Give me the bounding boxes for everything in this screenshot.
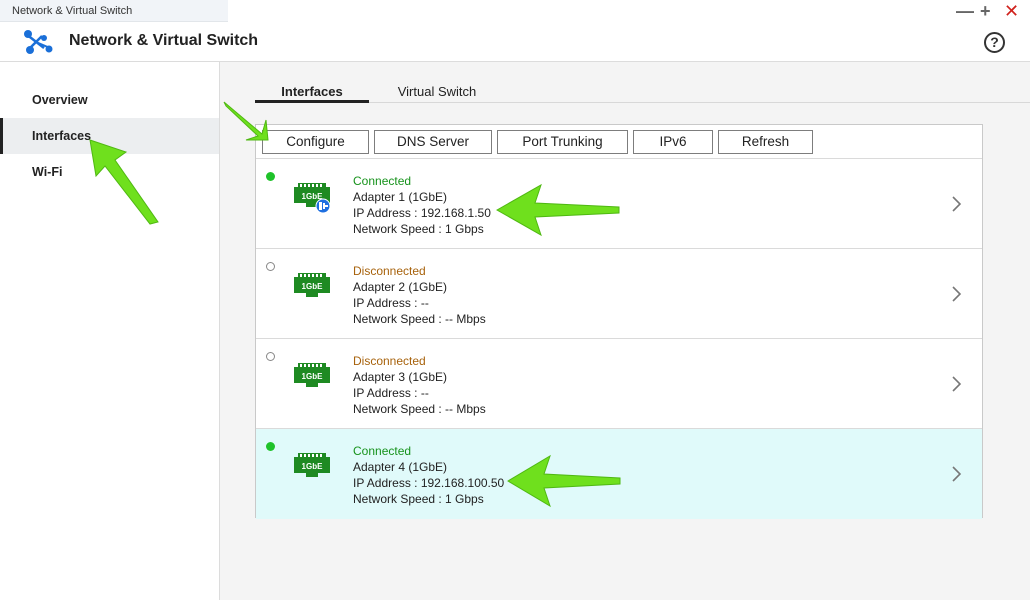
adapter-ip: IP Address : 192.168.100.50 bbox=[353, 476, 505, 490]
refresh-button[interactable]: Refresh bbox=[718, 130, 813, 154]
sidebar-item-wifi[interactable]: Wi-Fi bbox=[0, 154, 219, 190]
status-dot-disconnected bbox=[266, 262, 275, 271]
configure-button[interactable]: Configure bbox=[262, 130, 369, 154]
adapter-row-1[interactable]: 1GbE Connected Adapter 1 (1GbE) IP Addre… bbox=[256, 159, 982, 249]
port-trunking-button[interactable]: Port Trunking bbox=[497, 130, 628, 154]
ethernet-port-icon: 1GbE bbox=[294, 273, 330, 297]
port-badge: 1GbE bbox=[302, 282, 324, 291]
app-header: Network & Virtual Switch ? bbox=[0, 22, 1030, 62]
tab-interfaces[interactable]: Interfaces bbox=[255, 83, 369, 103]
interfaces-panel: Configure DNS Server Port Trunking IPv6 … bbox=[255, 124, 983, 519]
adapter-speed: Network Speed : -- Mbps bbox=[353, 402, 486, 416]
status-dot-disconnected bbox=[266, 352, 275, 361]
adapter-status: Connected bbox=[353, 444, 412, 458]
sidebar-item-overview[interactable]: Overview bbox=[0, 82, 219, 118]
dns-server-button[interactable]: DNS Server bbox=[374, 130, 492, 154]
chevron-right-icon[interactable] bbox=[950, 375, 962, 393]
sidebar: Overview Interfaces Wi-Fi bbox=[0, 62, 220, 600]
adapter-speed: Network Speed : -- Mbps bbox=[353, 312, 486, 326]
page-title: Network & Virtual Switch bbox=[69, 32, 259, 49]
adapter-info: Connected Adapter 1 (1GbE) IP Address : … bbox=[353, 173, 491, 237]
main-content: Interfaces Virtual Switch Configure DNS … bbox=[220, 62, 1030, 600]
chevron-right-icon[interactable] bbox=[950, 465, 962, 483]
network-switch-logo-icon bbox=[24, 30, 53, 54]
window-tab-title: Network & Virtual Switch bbox=[0, 0, 228, 22]
adapter-ip: IP Address : -- bbox=[353, 386, 429, 400]
adapter-info: Disconnected Adapter 3 (1GbE) IP Address… bbox=[353, 353, 486, 417]
adapter-status: Disconnected bbox=[353, 354, 426, 368]
adapter-speed: Network Speed : 1 Gbps bbox=[353, 492, 484, 506]
adapter-name: Adapter 3 (1GbE) bbox=[353, 370, 448, 384]
adapter-status: Disconnected bbox=[353, 264, 426, 278]
status-dot-connected bbox=[266, 442, 275, 451]
toolbar: Configure DNS Server Port Trunking IPv6 … bbox=[256, 125, 982, 159]
adapter-name: Adapter 2 (1GbE) bbox=[353, 280, 448, 294]
ethernet-port-icon: 1GbE bbox=[294, 183, 330, 213]
maximize-icon[interactable]: + bbox=[980, 2, 991, 20]
adapter-ip: IP Address : -- bbox=[353, 296, 429, 310]
port-badge: 1GbE bbox=[302, 462, 324, 471]
tabs-divider bbox=[255, 102, 1030, 103]
sidebar-item-interfaces[interactable]: Interfaces bbox=[0, 118, 219, 154]
adapter-status: Connected bbox=[353, 174, 412, 188]
ethernet-port-icon: 1GbE bbox=[294, 363, 330, 387]
adapter-info: Connected Adapter 4 (1GbE) IP Address : … bbox=[353, 443, 504, 507]
close-icon[interactable]: ✕ bbox=[1004, 2, 1019, 20]
window-titlebar: Network & Virtual Switch — + ✕ bbox=[0, 0, 1030, 22]
tab-virtual-switch[interactable]: Virtual Switch bbox=[380, 83, 494, 103]
adapter-info: Disconnected Adapter 2 (1GbE) IP Address… bbox=[353, 263, 486, 327]
adapter-row-2[interactable]: 1GbE Disconnected Adapter 2 (1GbE) IP Ad… bbox=[256, 249, 982, 339]
help-icon[interactable]: ? bbox=[984, 32, 1005, 53]
adapter-row-4[interactable]: 1GbE Connected Adapter 4 (1GbE) IP Addre… bbox=[256, 429, 982, 519]
adapter-ip: IP Address : 192.168.1.50 bbox=[353, 206, 491, 220]
status-dot-connected bbox=[266, 172, 275, 181]
chevron-right-icon[interactable] bbox=[950, 195, 962, 213]
adapter-name: Adapter 1 (1GbE) bbox=[353, 190, 448, 204]
minimize-icon[interactable]: — bbox=[956, 2, 974, 20]
ethernet-port-icon: 1GbE bbox=[294, 453, 330, 477]
adapter-row-3[interactable]: 1GbE Disconnected Adapter 3 (1GbE) IP Ad… bbox=[256, 339, 982, 429]
chevron-right-icon[interactable] bbox=[950, 285, 962, 303]
adapter-speed: Network Speed : 1 Gbps bbox=[353, 222, 484, 236]
ipv6-button[interactable]: IPv6 bbox=[633, 130, 713, 154]
port-badge: 1GbE bbox=[302, 372, 324, 381]
adapter-name: Adapter 4 (1GbE) bbox=[353, 460, 448, 474]
